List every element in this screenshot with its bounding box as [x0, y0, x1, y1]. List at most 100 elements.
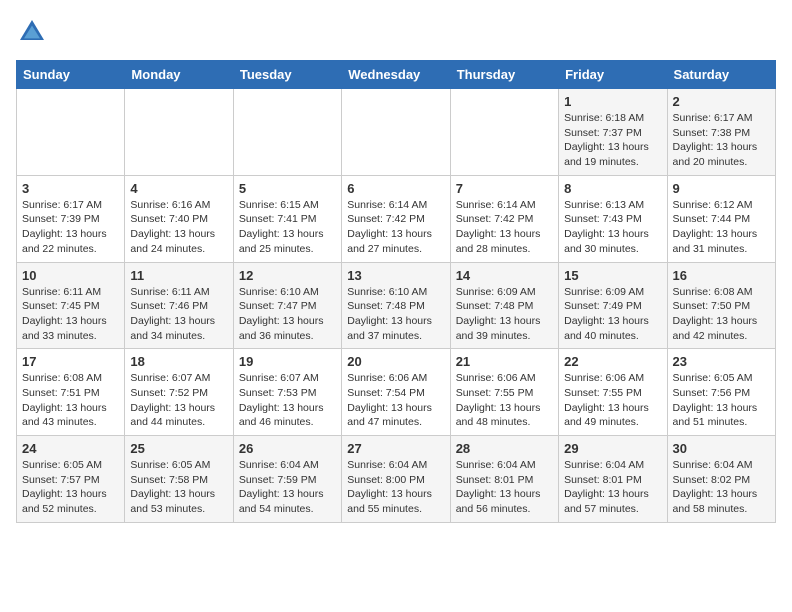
- calendar-cell: [233, 89, 341, 176]
- day-number: 26: [239, 441, 336, 456]
- day-info: Sunrise: 6:06 AM Sunset: 7:54 PM Dayligh…: [347, 371, 444, 430]
- calendar-cell: 29 Sunrise: 6:04 AM Sunset: 8:01 PM Dayli…: [559, 436, 667, 523]
- weekday-header: Thursday: [450, 61, 558, 89]
- day-info: Sunrise: 6:05 AM Sunset: 7:57 PM Dayligh…: [22, 458, 119, 517]
- day-number: 15: [564, 268, 661, 283]
- day-number: 2: [673, 94, 770, 109]
- calendar-cell: 30 Sunrise: 6:04 AM Sunset: 8:02 PM Dayli…: [667, 436, 775, 523]
- calendar-cell: 27 Sunrise: 6:04 AM Sunset: 8:00 PM Dayli…: [342, 436, 450, 523]
- calendar-cell: [342, 89, 450, 176]
- day-info: Sunrise: 6:09 AM Sunset: 7:48 PM Dayligh…: [456, 285, 553, 344]
- day-number: 6: [347, 181, 444, 196]
- day-info: Sunrise: 6:11 AM Sunset: 7:45 PM Dayligh…: [22, 285, 119, 344]
- calendar-week-row: 1 Sunrise: 6:18 AM Sunset: 7:37 PM Daylig…: [17, 89, 776, 176]
- day-info: Sunrise: 6:11 AM Sunset: 7:46 PM Dayligh…: [130, 285, 227, 344]
- calendar-cell: 13 Sunrise: 6:10 AM Sunset: 7:48 PM Dayli…: [342, 262, 450, 349]
- day-info: Sunrise: 6:04 AM Sunset: 8:02 PM Dayligh…: [673, 458, 770, 517]
- weekday-header-row: SundayMondayTuesdayWednesdayThursdayFrid…: [17, 61, 776, 89]
- day-info: Sunrise: 6:08 AM Sunset: 7:51 PM Dayligh…: [22, 371, 119, 430]
- calendar-cell: 20 Sunrise: 6:06 AM Sunset: 7:54 PM Dayli…: [342, 349, 450, 436]
- day-info: Sunrise: 6:17 AM Sunset: 7:39 PM Dayligh…: [22, 198, 119, 257]
- weekday-header: Tuesday: [233, 61, 341, 89]
- day-number: 1: [564, 94, 661, 109]
- day-number: 18: [130, 354, 227, 369]
- day-number: 23: [673, 354, 770, 369]
- calendar-cell: 26 Sunrise: 6:04 AM Sunset: 7:59 PM Dayli…: [233, 436, 341, 523]
- day-number: 30: [673, 441, 770, 456]
- day-number: 21: [456, 354, 553, 369]
- day-number: 17: [22, 354, 119, 369]
- day-number: 12: [239, 268, 336, 283]
- day-number: 3: [22, 181, 119, 196]
- weekday-header: Sunday: [17, 61, 125, 89]
- day-number: 20: [347, 354, 444, 369]
- calendar-cell: 12 Sunrise: 6:10 AM Sunset: 7:47 PM Dayli…: [233, 262, 341, 349]
- calendar-cell: 16 Sunrise: 6:08 AM Sunset: 7:50 PM Dayli…: [667, 262, 775, 349]
- calendar-cell: [17, 89, 125, 176]
- calendar-cell: 28Sunrise: 6:04 AM Sunset: 8:01 PM Dayli…: [450, 436, 558, 523]
- logo-icon: [16, 16, 48, 48]
- calendar-week-row: 3 Sunrise: 6:17 AM Sunset: 7:39 PM Daylig…: [17, 175, 776, 262]
- day-number: 14: [456, 268, 553, 283]
- day-number: 4: [130, 181, 227, 196]
- calendar-cell: 3 Sunrise: 6:17 AM Sunset: 7:39 PM Daylig…: [17, 175, 125, 262]
- day-number: 13: [347, 268, 444, 283]
- day-info: Sunrise: 6:07 AM Sunset: 7:53 PM Dayligh…: [239, 371, 336, 430]
- day-info: Sunrise: 6:06 AM Sunset: 7:55 PM Dayligh…: [564, 371, 661, 430]
- day-number: 10: [22, 268, 119, 283]
- day-info: Sunrise: 6:04 AM Sunset: 7:59 PM Dayligh…: [239, 458, 336, 517]
- day-number: 16: [673, 268, 770, 283]
- day-info: Sunrise: 6:04 AM Sunset: 8:00 PM Dayligh…: [347, 458, 444, 517]
- calendar-cell: 24 Sunrise: 6:05 AM Sunset: 7:57 PM Dayli…: [17, 436, 125, 523]
- calendar-cell: 5Sunrise: 6:15 AM Sunset: 7:41 PM Daylig…: [233, 175, 341, 262]
- day-info: Sunrise: 6:17 AM Sunset: 7:38 PM Dayligh…: [673, 111, 770, 170]
- day-info: Sunrise: 6:08 AM Sunset: 7:50 PM Dayligh…: [673, 285, 770, 344]
- day-info: Sunrise: 6:12 AM Sunset: 7:44 PM Dayligh…: [673, 198, 770, 257]
- day-info: Sunrise: 6:16 AM Sunset: 7:40 PM Dayligh…: [130, 198, 227, 257]
- day-number: 11: [130, 268, 227, 283]
- day-info: Sunrise: 6:18 AM Sunset: 7:37 PM Dayligh…: [564, 111, 661, 170]
- calendar-week-row: 17 Sunrise: 6:08 AM Sunset: 7:51 PM Dayli…: [17, 349, 776, 436]
- day-number: 8: [564, 181, 661, 196]
- calendar-cell: [125, 89, 233, 176]
- calendar-cell: 17 Sunrise: 6:08 AM Sunset: 7:51 PM Dayli…: [17, 349, 125, 436]
- day-info: Sunrise: 6:10 AM Sunset: 7:48 PM Dayligh…: [347, 285, 444, 344]
- calendar-cell: 9 Sunrise: 6:12 AM Sunset: 7:44 PM Daylig…: [667, 175, 775, 262]
- calendar-cell: 23Sunrise: 6:05 AM Sunset: 7:56 PM Dayli…: [667, 349, 775, 436]
- calendar-cell: [450, 89, 558, 176]
- day-info: Sunrise: 6:14 AM Sunset: 7:42 PM Dayligh…: [347, 198, 444, 257]
- calendar-cell: 8 Sunrise: 6:13 AM Sunset: 7:43 PM Daylig…: [559, 175, 667, 262]
- day-number: 24: [22, 441, 119, 456]
- calendar-cell: 21Sunrise: 6:06 AM Sunset: 7:55 PM Dayli…: [450, 349, 558, 436]
- calendar-cell: 1 Sunrise: 6:18 AM Sunset: 7:37 PM Daylig…: [559, 89, 667, 176]
- day-info: Sunrise: 6:09 AM Sunset: 7:49 PM Dayligh…: [564, 285, 661, 344]
- weekday-header: Saturday: [667, 61, 775, 89]
- calendar-cell: 11 Sunrise: 6:11 AM Sunset: 7:46 PM Dayli…: [125, 262, 233, 349]
- day-info: Sunrise: 6:07 AM Sunset: 7:52 PM Dayligh…: [130, 371, 227, 430]
- day-number: 7: [456, 181, 553, 196]
- calendar-cell: 14 Sunrise: 6:09 AM Sunset: 7:48 PM Dayli…: [450, 262, 558, 349]
- calendar-cell: 15 Sunrise: 6:09 AM Sunset: 7:49 PM Dayli…: [559, 262, 667, 349]
- calendar-cell: 22Sunrise: 6:06 AM Sunset: 7:55 PM Dayli…: [559, 349, 667, 436]
- day-number: 27: [347, 441, 444, 456]
- day-info: Sunrise: 6:05 AM Sunset: 7:58 PM Dayligh…: [130, 458, 227, 517]
- calendar-cell: 4 Sunrise: 6:16 AM Sunset: 7:40 PM Daylig…: [125, 175, 233, 262]
- day-info: Sunrise: 6:04 AM Sunset: 8:01 PM Dayligh…: [564, 458, 661, 517]
- day-info: Sunrise: 6:15 AM Sunset: 7:41 PM Dayligh…: [239, 198, 336, 257]
- calendar-cell: 2 Sunrise: 6:17 AM Sunset: 7:38 PM Daylig…: [667, 89, 775, 176]
- calendar-cell: 25Sunrise: 6:05 AM Sunset: 7:58 PM Dayli…: [125, 436, 233, 523]
- day-info: Sunrise: 6:10 AM Sunset: 7:47 PM Dayligh…: [239, 285, 336, 344]
- day-number: 28: [456, 441, 553, 456]
- weekday-header: Friday: [559, 61, 667, 89]
- weekday-header: Monday: [125, 61, 233, 89]
- day-number: 29: [564, 441, 661, 456]
- calendar-week-row: 24 Sunrise: 6:05 AM Sunset: 7:57 PM Dayli…: [17, 436, 776, 523]
- calendar-cell: 7Sunrise: 6:14 AM Sunset: 7:42 PM Daylig…: [450, 175, 558, 262]
- day-info: Sunrise: 6:13 AM Sunset: 7:43 PM Dayligh…: [564, 198, 661, 257]
- day-number: 9: [673, 181, 770, 196]
- page-header: [16, 16, 776, 48]
- calendar-week-row: 10 Sunrise: 6:11 AM Sunset: 7:45 PM Dayli…: [17, 262, 776, 349]
- logo: [16, 16, 52, 48]
- weekday-header: Wednesday: [342, 61, 450, 89]
- calendar-cell: 18 Sunrise: 6:07 AM Sunset: 7:52 PM Dayli…: [125, 349, 233, 436]
